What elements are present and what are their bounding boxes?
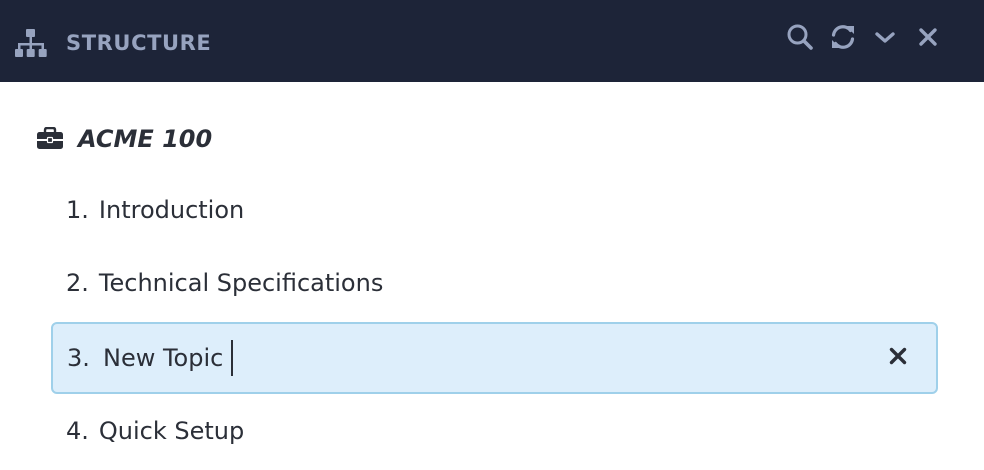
topic-number: 1. (66, 196, 89, 224)
tree-root-item[interactable]: ACME 100 (36, 122, 212, 156)
panel-title: STRUCTURE (66, 31, 212, 55)
panel-header: STRUCTURE (0, 0, 984, 82)
close-panel-button[interactable] (913, 24, 943, 54)
text-caret (231, 340, 233, 376)
topic-label: Introduction (98, 196, 245, 224)
cancel-edit-button[interactable] (885, 345, 911, 371)
refresh-icon (829, 23, 857, 55)
topic-number: 2. (66, 269, 89, 297)
topic-item[interactable]: 4. Quick Setup (66, 413, 244, 449)
refresh-button[interactable] (828, 24, 858, 54)
search-button[interactable] (785, 24, 815, 54)
close-icon (917, 26, 939, 52)
chevron-down-icon (873, 25, 897, 53)
topic-name-input[interactable] (103, 341, 863, 375)
close-icon (888, 346, 908, 370)
topic-number: 3. (67, 344, 90, 372)
topic-item-editing[interactable]: 3. (51, 322, 938, 394)
search-icon (786, 23, 814, 55)
topic-item[interactable]: 2. Technical Specifications (66, 265, 383, 301)
topic-label: Quick Setup (98, 417, 245, 445)
collapse-button[interactable] (870, 24, 900, 54)
structure-panel: STRUCTURE ACME 100 1. Introduction 2. Te… (0, 0, 984, 470)
sitemap-icon (14, 28, 48, 60)
topic-number: 4. (66, 417, 89, 445)
root-label: ACME 100 (78, 125, 213, 153)
topic-item[interactable]: 1. Introduction (66, 192, 244, 228)
topic-label: Technical Specifications (98, 269, 384, 297)
briefcase-icon (36, 126, 64, 151)
